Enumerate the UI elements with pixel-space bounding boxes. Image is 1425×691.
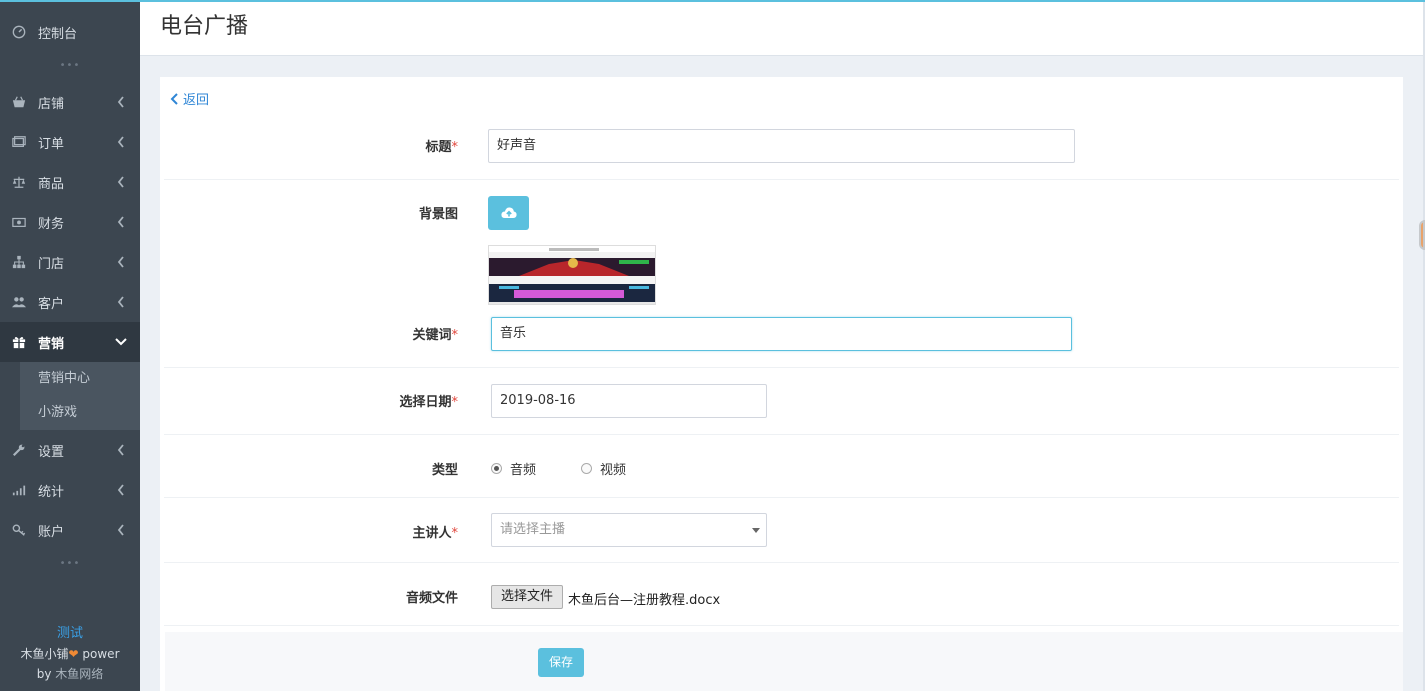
sidebar-item-label: 统计 bbox=[38, 484, 65, 500]
signal-icon bbox=[10, 481, 28, 499]
company-name: 木鱼网络 bbox=[55, 667, 104, 681]
chevron-down-icon bbox=[115, 338, 127, 346]
floating-edge-widget[interactable] bbox=[1419, 220, 1425, 250]
thumbnail-image bbox=[489, 246, 655, 304]
sidebar-item-label: 门店 bbox=[38, 256, 65, 272]
caret-down-icon bbox=[752, 528, 760, 533]
chevron-left-icon bbox=[117, 444, 124, 456]
brand-line: 木鱼小铺❤ power bbox=[0, 644, 140, 664]
scale-icon bbox=[10, 173, 28, 191]
save-button[interactable]: 保存 bbox=[538, 648, 584, 677]
row-divider bbox=[164, 434, 1399, 435]
back-label: 返回 bbox=[183, 93, 210, 108]
marketing-submenu: 营销中心 小游戏 bbox=[20, 362, 140, 430]
wrench-icon bbox=[10, 441, 28, 459]
by-text: by bbox=[36, 667, 52, 681]
background-thumbnail[interactable] bbox=[488, 245, 656, 305]
date-input[interactable]: 2019-08-16 bbox=[491, 384, 767, 418]
row-divider bbox=[164, 367, 1399, 368]
sidebar-item-label: 订单 bbox=[38, 136, 65, 152]
chevron-left-icon bbox=[117, 296, 124, 308]
back-link[interactable]: 返回 bbox=[170, 89, 209, 108]
form-footer: 保存 bbox=[165, 632, 1403, 691]
sidebar-item-store[interactable]: 店铺 bbox=[0, 82, 140, 122]
audio-file-label: 音频文件 bbox=[405, 591, 458, 606]
chevron-left-icon bbox=[117, 216, 124, 228]
sidebar-item-label: 客户 bbox=[38, 296, 65, 312]
radio-button[interactable] bbox=[491, 463, 502, 474]
sidebar-item-dashboard[interactable]: 控制台 bbox=[0, 12, 140, 52]
sidebar-item-shops[interactable]: 门店 bbox=[0, 242, 140, 282]
sidebar-item-products[interactable]: 商品 bbox=[0, 162, 140, 202]
test-link[interactable]: 测试 bbox=[0, 624, 140, 644]
sidebar-item-marketing[interactable]: 营销 bbox=[0, 322, 140, 362]
chevron-left-icon bbox=[117, 176, 124, 188]
power-text: power bbox=[82, 647, 120, 661]
chevron-left-icon bbox=[117, 136, 124, 148]
store-icon bbox=[10, 93, 28, 111]
radio-audio[interactable]: 音频 bbox=[491, 459, 536, 478]
sidebar-item-label: 财务 bbox=[38, 216, 65, 232]
sidebar-item-settings[interactable]: 设置 bbox=[0, 430, 140, 470]
radio-label: 视频 bbox=[600, 463, 627, 478]
order-icon bbox=[10, 133, 28, 151]
separator-dots: ••• bbox=[59, 60, 81, 71]
top-accent-line bbox=[0, 0, 1425, 2]
type-label: 类型 bbox=[431, 463, 458, 478]
sidebar-item-label: 营销 bbox=[38, 336, 65, 352]
sidebar-item-account[interactable]: 账户 bbox=[0, 510, 140, 550]
page-title: 电台广播 bbox=[160, 14, 249, 39]
row-divider bbox=[164, 625, 1399, 626]
upload-button[interactable] bbox=[488, 196, 529, 230]
gift-icon bbox=[10, 333, 28, 351]
radio-button[interactable] bbox=[581, 463, 592, 474]
speaker-select[interactable]: 请选择主播 bbox=[491, 513, 767, 547]
speaker-label: 主讲人* bbox=[412, 526, 458, 541]
cloud-upload-icon bbox=[500, 207, 517, 218]
page-header: 电台广播 bbox=[140, 2, 1423, 56]
row-divider bbox=[164, 179, 1399, 180]
heart-icon: ❤ bbox=[68, 647, 79, 661]
sidebar-item-customers[interactable]: 客户 bbox=[0, 282, 140, 322]
row-divider bbox=[164, 497, 1399, 498]
chevron-left-icon bbox=[117, 524, 124, 536]
sidebar-item-orders[interactable]: 订单 bbox=[0, 122, 140, 162]
date-label: 选择日期* bbox=[399, 395, 458, 410]
dashboard-icon bbox=[10, 23, 28, 41]
brand-name: 木鱼小铺 bbox=[20, 647, 69, 661]
sidebar-item-label: 账户 bbox=[38, 524, 65, 540]
users-icon bbox=[10, 293, 28, 311]
row-divider bbox=[164, 562, 1399, 563]
chevron-left-icon bbox=[170, 92, 178, 105]
sidebar-item-statistics[interactable]: 统计 bbox=[0, 470, 140, 510]
selected-file-name: 木鱼后台—注册教程.docx bbox=[568, 593, 721, 608]
company-line: by 木鱼网络 bbox=[0, 664, 140, 684]
sidebar-item-label: 商品 bbox=[38, 176, 65, 192]
title-input[interactable]: 好声音 bbox=[488, 129, 1075, 163]
sitemap-icon bbox=[10, 253, 28, 271]
key-icon bbox=[10, 521, 28, 539]
submenu-item-mini-games[interactable]: 小游戏 bbox=[20, 396, 140, 430]
speaker-placeholder: 请选择主播 bbox=[500, 522, 566, 537]
sidebar-item-label: 店铺 bbox=[38, 96, 65, 112]
keywords-label: 关键词* bbox=[412, 328, 458, 343]
title-label: 标题* bbox=[425, 140, 458, 155]
sidebar-item-label: 控制台 bbox=[38, 26, 78, 42]
sidebar-footer: 测试 木鱼小铺❤ power by 木鱼网络 bbox=[0, 624, 140, 684]
submenu-item-marketing-center[interactable]: 营销中心 bbox=[20, 362, 140, 396]
sidebar-item-label: 设置 bbox=[38, 444, 65, 460]
chevron-left-icon bbox=[117, 484, 124, 496]
money-icon bbox=[10, 213, 28, 231]
sidebar: 控制台 ••• 店铺 订单 商品 财务 门店 客户 营销 营销中心 小游戏 设置… bbox=[0, 0, 140, 691]
sidebar-item-finance[interactable]: 财务 bbox=[0, 202, 140, 242]
chevron-left-icon bbox=[117, 96, 124, 108]
radio-video[interactable]: 视频 bbox=[581, 459, 626, 478]
keywords-input[interactable]: 音乐 bbox=[491, 317, 1072, 351]
form-card: 返回 标题* 好声音 背景图 关键词* 音乐 选择日期* 2019-08-16 bbox=[160, 77, 1403, 691]
radio-label: 音频 bbox=[510, 463, 537, 478]
chevron-left-icon bbox=[117, 256, 124, 268]
choose-file-button[interactable]: 选择文件 bbox=[491, 585, 563, 609]
separator-dots: ••• bbox=[59, 558, 81, 569]
background-label: 背景图 bbox=[418, 207, 458, 222]
